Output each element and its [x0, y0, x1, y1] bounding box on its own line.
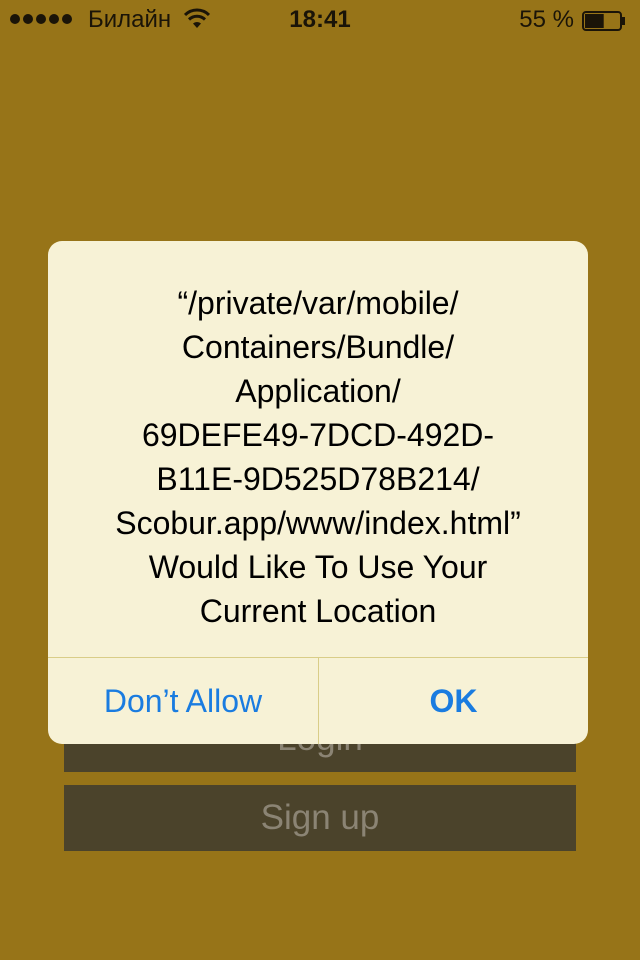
- battery-icon: [582, 11, 625, 31]
- status-bar: Билайн 18:41 55 %: [0, 0, 640, 40]
- ok-button[interactable]: OK: [319, 658, 588, 744]
- battery-percent: 55 %: [519, 6, 574, 33]
- alert-message: “/private/var/mobile/ Containers/Bundle/…: [115, 285, 521, 629]
- dont-allow-button[interactable]: Don’t Allow: [48, 658, 318, 744]
- signup-button[interactable]: Sign up: [64, 785, 576, 851]
- location-permission-alert: “/private/var/mobile/ Containers/Bundle/…: [48, 241, 588, 744]
